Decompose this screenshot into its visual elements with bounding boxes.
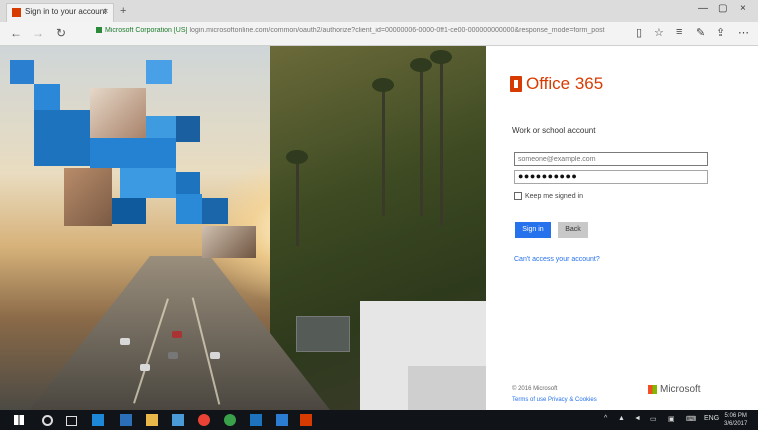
palm-tree-top bbox=[372, 78, 394, 92]
building bbox=[408, 366, 486, 410]
tab-close-icon[interactable]: × bbox=[103, 6, 108, 16]
keep-signed-in-checkbox[interactable]: Keep me signed in bbox=[514, 192, 583, 200]
windows-start-icon[interactable] bbox=[14, 415, 24, 425]
outlook-icon[interactable] bbox=[250, 414, 262, 426]
share-icon[interactable]: ⇪ bbox=[716, 26, 725, 39]
battery-icon[interactable]: ▭ bbox=[650, 415, 657, 423]
blue-tile bbox=[176, 194, 202, 224]
refresh-icon[interactable]: ↻ bbox=[56, 26, 66, 40]
password-field[interactable]: ●●●●●●●●●● bbox=[514, 170, 708, 184]
sign-in-panel: Office 365 Work or school account ●●●●●●… bbox=[486, 46, 758, 410]
palm-tree bbox=[382, 86, 385, 216]
palm-tree-top bbox=[286, 150, 308, 164]
maximize-button[interactable]: ▢ bbox=[718, 3, 727, 14]
palm-tree bbox=[296, 156, 299, 246]
clock-time: 5:06 PM bbox=[724, 413, 747, 419]
lock-icon bbox=[96, 27, 102, 34]
blue-tile bbox=[176, 116, 200, 142]
windows-taskbar: ^ ▲ ◄ ▭ ▣ ⌨ ENG 5:06 PM 3/6/2017 bbox=[0, 410, 758, 430]
url-field[interactable]: Microsoft Corporation [US] login.microso… bbox=[96, 27, 636, 41]
task-view-icon[interactable] bbox=[66, 416, 77, 426]
car bbox=[172, 331, 182, 338]
chrome-icon[interactable] bbox=[198, 414, 210, 426]
car bbox=[210, 352, 220, 359]
blue-tile bbox=[34, 110, 90, 166]
blue-tile bbox=[90, 138, 176, 168]
account-type-prompt: Work or school account bbox=[512, 126, 596, 135]
email-field[interactable] bbox=[514, 152, 708, 166]
office-favicon-icon bbox=[12, 8, 21, 17]
people-photo bbox=[90, 88, 146, 138]
blue-tile bbox=[10, 60, 34, 84]
car bbox=[168, 352, 178, 359]
car bbox=[140, 364, 150, 371]
palm-tree-top bbox=[410, 58, 432, 72]
sign-in-button[interactable]: Sign in bbox=[515, 222, 551, 238]
palm-tree-top bbox=[430, 50, 452, 64]
search-icon[interactable] bbox=[42, 415, 53, 426]
back-arrow-icon[interactable]: ← bbox=[10, 26, 22, 40]
minimize-button[interactable]: — bbox=[698, 3, 708, 14]
microsoft-logo-icon bbox=[648, 384, 657, 394]
edge-icon[interactable] bbox=[92, 414, 104, 426]
blue-tile bbox=[112, 198, 146, 224]
action-center-icon[interactable]: ▣ bbox=[668, 415, 675, 423]
language-indicator[interactable]: ENG bbox=[704, 415, 719, 422]
volume-icon[interactable]: ◄ bbox=[634, 415, 641, 422]
system-clock[interactable]: 5:06 PM 3/6/2017 bbox=[724, 412, 747, 428]
microsoft-logo-text: Microsoft bbox=[660, 384, 701, 395]
blue-tile bbox=[202, 198, 228, 224]
close-window-button[interactable]: × bbox=[740, 3, 746, 14]
hub-icon[interactable]: ≡ bbox=[676, 26, 682, 38]
palm-tree bbox=[440, 56, 443, 226]
url-path: login.microsoftonline.com/common/oauth2/… bbox=[189, 27, 605, 34]
keyboard-icon[interactable]: ⌨ bbox=[686, 415, 696, 423]
group-photo bbox=[202, 226, 256, 258]
blue-tile bbox=[34, 84, 60, 110]
background-photo bbox=[0, 46, 486, 410]
url-host: Microsoft Corporation [US] bbox=[105, 27, 188, 34]
office-icon[interactable] bbox=[300, 414, 312, 426]
clock-date: 3/6/2017 bbox=[724, 421, 748, 427]
blue-tile bbox=[146, 60, 172, 84]
person-photo bbox=[64, 168, 112, 226]
blue-tile bbox=[120, 168, 176, 198]
new-tab-button[interactable]: + bbox=[120, 5, 126, 17]
word-icon[interactable] bbox=[276, 414, 288, 426]
microsoft-logo: Microsoft bbox=[648, 384, 701, 395]
app-icon[interactable] bbox=[224, 414, 236, 426]
file-explorer-icon[interactable] bbox=[146, 414, 158, 426]
tab-bar: Sign in to your account × + — ▢ × bbox=[0, 0, 758, 22]
back-button[interactable]: Back bbox=[558, 222, 588, 238]
keep-signed-in-label: Keep me signed in bbox=[525, 192, 583, 200]
store-icon[interactable] bbox=[172, 414, 184, 426]
legal-links[interactable]: Terms of use Privacy & Cookies bbox=[512, 397, 597, 403]
address-bar: ← → ↻ Microsoft Corporation [US] login.m… bbox=[0, 22, 758, 46]
copyright-text: © 2016 Microsoft bbox=[512, 386, 558, 392]
blue-tile bbox=[176, 172, 200, 194]
app-icon[interactable] bbox=[120, 414, 132, 426]
web-note-icon[interactable]: ✎ bbox=[696, 26, 705, 39]
tab-title: Sign in to your account bbox=[25, 7, 107, 16]
cant-access-account-link[interactable]: Can't access your account? bbox=[514, 256, 600, 263]
palm-tree bbox=[420, 66, 423, 216]
favorite-star-icon[interactable]: ☆ bbox=[654, 26, 664, 39]
network-icon[interactable]: ▲ bbox=[618, 415, 625, 422]
more-icon[interactable]: ⋯ bbox=[738, 26, 749, 39]
billboard bbox=[296, 316, 350, 352]
tab-sign-in[interactable]: Sign in to your account × bbox=[6, 3, 114, 22]
office-logo-icon bbox=[510, 76, 522, 92]
office-365-logo-text: Office 365 bbox=[526, 74, 604, 93]
car bbox=[120, 338, 130, 345]
reading-view-icon[interactable]: ▯ bbox=[636, 26, 642, 39]
checkbox-icon bbox=[514, 192, 522, 200]
forward-arrow-icon[interactable]: → bbox=[32, 26, 44, 40]
show-hidden-icons-icon[interactable]: ^ bbox=[604, 415, 607, 422]
